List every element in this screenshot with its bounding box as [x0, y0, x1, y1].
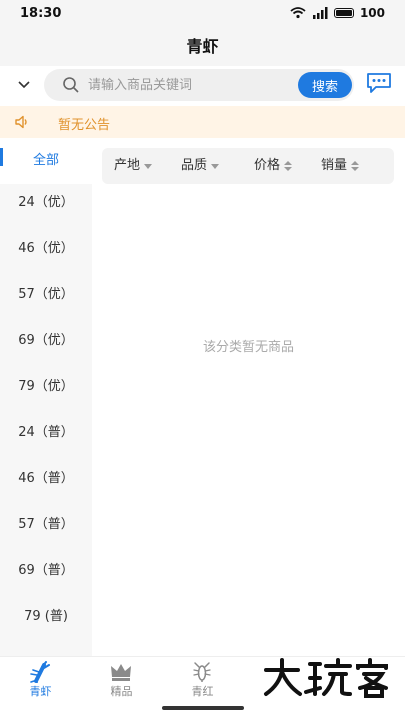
empty-state-text: 该分类暂无商品 — [202, 340, 294, 355]
sort-sales-label: 销量 — [321, 158, 348, 173]
sidebar-item-all[interactable]: 全部 — [0, 138, 92, 184]
search-box: 搜索 — [44, 69, 354, 101]
chevron-down-icon[interactable] — [16, 76, 32, 92]
tab-label: 青虾 — [29, 685, 52, 698]
search-input[interactable] — [88, 69, 288, 101]
title-bar: 青虾 — [0, 28, 405, 66]
tab-qinghong[interactable]: 青红 — [162, 657, 243, 701]
status-bar: 18:30 100 — [0, 0, 405, 28]
crown-icon — [111, 664, 131, 681]
search-button[interactable]: 搜索 — [298, 72, 352, 98]
lobster-outline-icon — [193, 662, 211, 682]
notice-text: 暂无公告 — [58, 118, 111, 133]
sort-sales[interactable]: 销量 — [321, 148, 360, 184]
sort-quality-label: 品质 — [181, 158, 208, 173]
category-sidebar: 全部 24（优） 46（优） 57（优） 69（优） 79（优） 24（普） 4… — [0, 138, 92, 656]
sidebar-item[interactable]: 69（优） — [0, 318, 92, 364]
home-indicator — [162, 706, 244, 710]
sort-quality[interactable]: 品质 — [181, 148, 220, 184]
sidebar-item[interactable]: 79 (普) — [0, 594, 92, 640]
caret-down-icon — [144, 163, 153, 169]
sidebar-item[interactable]: 46（优） — [0, 226, 92, 272]
sidebar-item[interactable]: 46（普） — [0, 456, 92, 502]
battery-level: 100 — [359, 6, 385, 20]
sidebar-item[interactable]: 57（普） — [0, 502, 92, 548]
search-row: 搜索 — [0, 66, 405, 104]
sidebar-item[interactable]: 24（普） — [0, 410, 92, 456]
tab-label: 精品 — [110, 685, 133, 698]
caret-down-icon — [211, 163, 220, 169]
battery-icon — [333, 8, 354, 18]
sidebar-item[interactable]: 24（优） — [0, 180, 92, 226]
sort-price-label: 价格 — [254, 158, 281, 173]
page-title: 青虾 — [186, 37, 219, 56]
lobster-icon — [30, 661, 50, 683]
search-icon — [63, 77, 79, 93]
sort-bar: 产地 品质 价格 销量 — [102, 148, 394, 184]
tab-jingpin[interactable]: 精品 — [81, 657, 162, 701]
tab-qingxia[interactable]: 青虾 — [0, 657, 81, 701]
sidebar-item[interactable]: 69（普） — [0, 548, 92, 594]
signal-icon — [312, 7, 328, 19]
status-time: 18:30 — [20, 6, 62, 21]
wifi-icon — [290, 7, 306, 19]
sort-origin[interactable]: 产地 — [114, 148, 153, 184]
watermark-logo — [264, 658, 388, 698]
sidebar-item[interactable]: 79（优） — [0, 364, 92, 410]
sort-arrows-icon — [351, 161, 360, 171]
sort-origin-label: 产地 — [114, 158, 141, 173]
tab-label: 青红 — [191, 685, 214, 698]
sort-price[interactable]: 价格 — [254, 148, 293, 184]
notice-bar: 暂无公告 — [0, 106, 405, 138]
sidebar-item[interactable]: 57（优） — [0, 272, 92, 318]
speaker-icon — [15, 115, 27, 129]
message-icon[interactable] — [366, 72, 392, 94]
sort-arrows-icon — [284, 161, 293, 171]
status-indicators: 100 — [290, 6, 385, 20]
